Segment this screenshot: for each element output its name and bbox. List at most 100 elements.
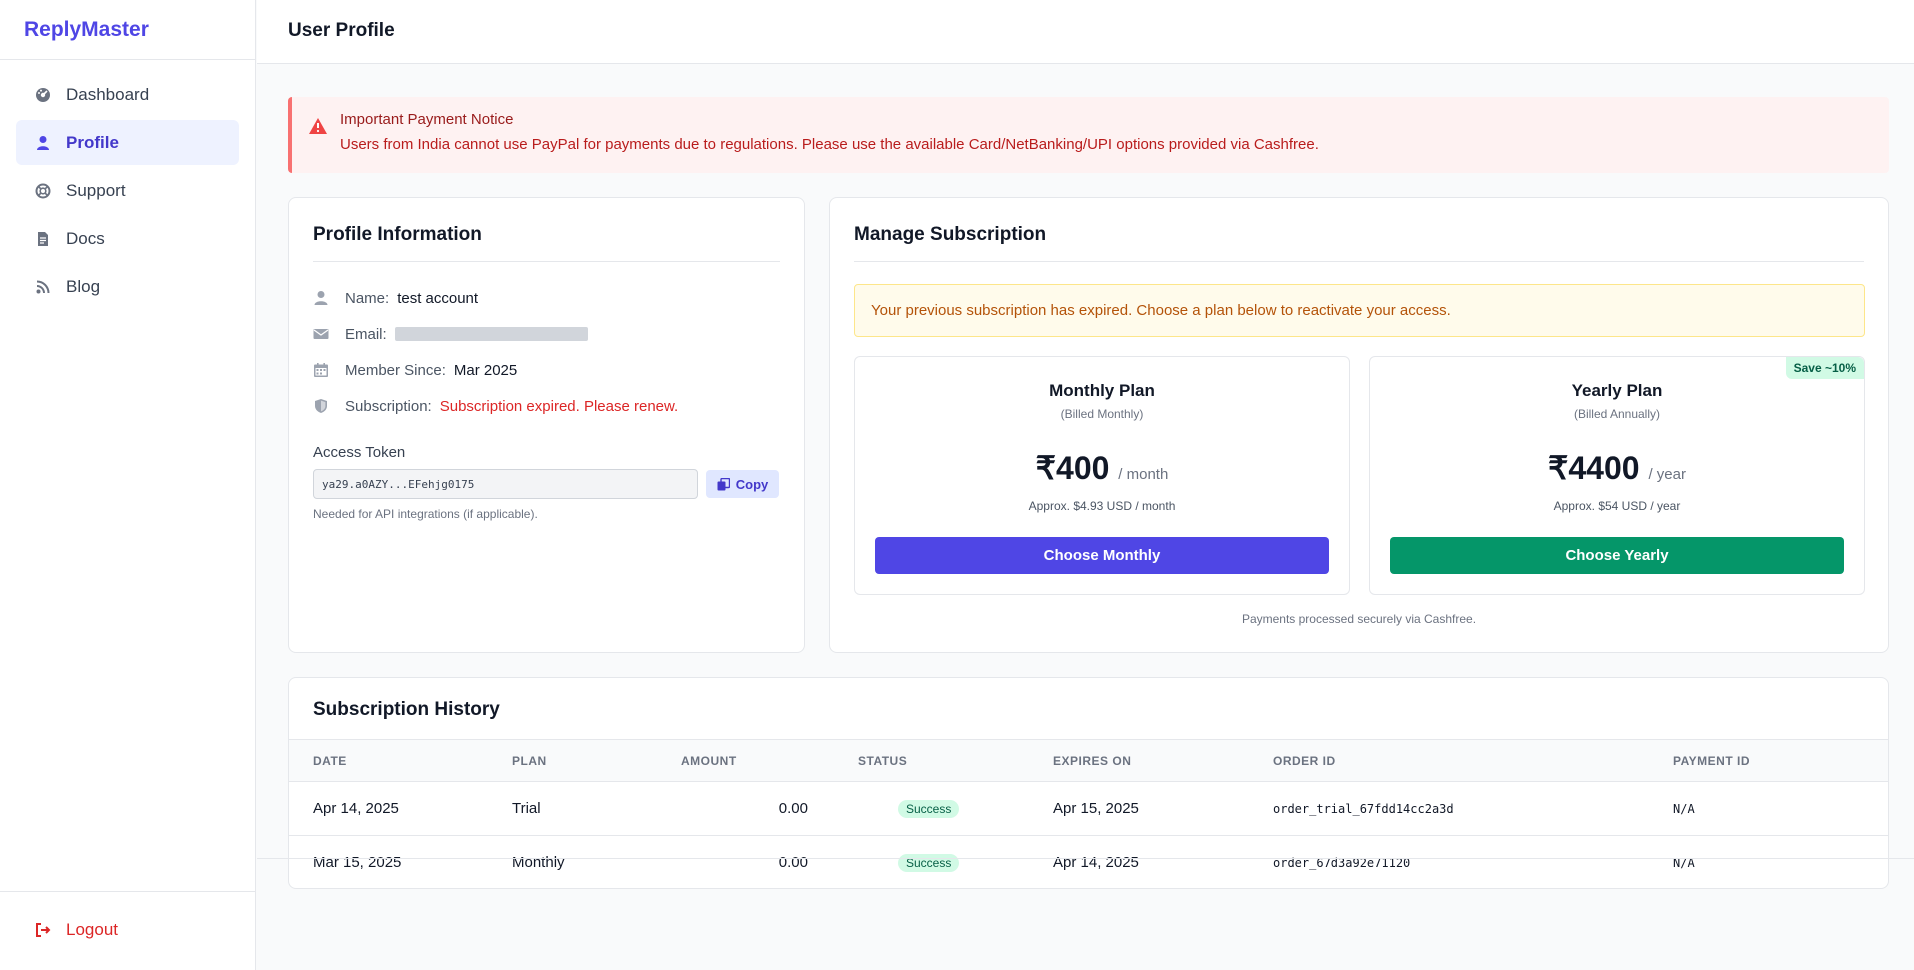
profile-subscription-row: Subscription: Subscription expired. Plea… xyxy=(313,388,780,424)
lifebuoy-icon xyxy=(34,182,52,200)
profile-card-title: Profile Information xyxy=(313,224,780,262)
subscription-status: Subscription expired. Please renew. xyxy=(439,397,679,415)
cell-order-id: order_trial_67fdd14cc2a3d xyxy=(1273,801,1454,816)
access-token-label: Access Token xyxy=(313,444,406,461)
brand-logo[interactable]: ReplyMaster xyxy=(0,0,255,60)
sidebar-item-blog[interactable]: Blog xyxy=(16,264,239,309)
secure-payment-note: Payments processed securely via Cashfree… xyxy=(1241,612,1477,626)
cell-date: Apr 14, 2025 xyxy=(313,800,399,817)
sidebar-item-label: Profile xyxy=(66,132,119,152)
subscription-card-title: Manage Subscription xyxy=(854,224,1864,262)
history-title: Subscription History xyxy=(313,699,500,720)
column-header: EXPIRES ON xyxy=(1053,753,1132,768)
main-area: User Profile Important Payment Notice Us… xyxy=(257,0,1914,922)
rss-icon xyxy=(34,278,52,296)
sidebar-item-label: Blog xyxy=(66,276,101,296)
cell-payment-id: N/A xyxy=(1673,855,1695,870)
monthly-plan-card: Monthly Plan (Billed Monthly) ₹400 / mon… xyxy=(854,356,1350,595)
save-badge: Save ~10% xyxy=(1785,357,1864,379)
cell-plan: Trial xyxy=(512,800,541,817)
shield-icon xyxy=(313,398,329,414)
sidebar-nav: Dashboard Profile Support Docs Blog xyxy=(0,60,255,324)
sidebar-item-label: Docs xyxy=(66,228,105,248)
column-header: ORDER ID xyxy=(1273,753,1336,768)
plan-approx: Approx. $54 USD / year xyxy=(1553,499,1681,513)
cell-expires: Apr 15, 2025 xyxy=(1053,800,1139,817)
plan-approx: Approx. $4.93 USD / month xyxy=(1028,499,1176,513)
cell-order-id: order_67d3a92e71120 xyxy=(1273,855,1411,870)
sidebar-item-dashboard[interactable]: Dashboard xyxy=(16,72,239,117)
page-title: User Profile xyxy=(257,0,1914,64)
access-token-row: Copy xyxy=(313,469,780,499)
profile-card: Profile Information Name: test account E… xyxy=(288,197,805,653)
column-header: PLAN xyxy=(512,753,547,768)
member-since-label: Member Since: xyxy=(345,361,446,379)
table-row: Apr 14, 2025 Trial 0.00 Success Apr 15, … xyxy=(289,782,1888,836)
sidebar-footer: Logout xyxy=(0,891,255,968)
copy-token-button[interactable]: Copy xyxy=(706,470,779,498)
name-label: Name: xyxy=(345,289,390,307)
sidebar-item-support[interactable]: Support xyxy=(16,168,239,213)
sidebar-item-docs[interactable]: Docs xyxy=(16,216,239,261)
cell-amount: 0.00 xyxy=(778,854,808,872)
profile-member-row: Member Since: Mar 2025 xyxy=(313,352,780,388)
name-value: test account xyxy=(397,289,479,307)
profile-email-row: Email: xyxy=(313,316,780,352)
table-row: Mar 15, 2025 Monthly 0.00 Success Apr 14… xyxy=(289,835,1888,890)
payment-notice-alert: Important Payment Notice Users from Indi… xyxy=(288,97,1889,173)
plan-billing: (Billed Annually) xyxy=(1573,407,1661,421)
cell-status: Success xyxy=(858,782,1053,836)
member-since-value: Mar 2025 xyxy=(453,361,518,379)
logout-label: Logout xyxy=(66,920,118,939)
alert-title: Important Payment Notice xyxy=(340,111,514,128)
email-label: Email: xyxy=(345,325,387,343)
price-amount: ₹4400 xyxy=(1548,450,1640,486)
sidebar-item-label: Support xyxy=(66,180,126,200)
email-value-redacted xyxy=(394,327,588,341)
subscription-label: Subscription: xyxy=(345,397,432,415)
expired-notice: Your previous subscription has expired. … xyxy=(854,284,1865,337)
user-icon xyxy=(313,290,329,306)
history-table: DATE PLAN AMOUNT STATUS EXPIRES ON ORDER… xyxy=(289,739,1888,890)
envelope-icon xyxy=(313,326,329,342)
user-icon xyxy=(34,134,52,152)
table-header-row: DATE PLAN AMOUNT STATUS EXPIRES ON ORDER… xyxy=(289,739,1888,782)
copy-icon xyxy=(717,477,730,490)
access-token-field[interactable] xyxy=(313,469,698,499)
column-header: PAYMENT ID xyxy=(1673,753,1751,768)
content-divider xyxy=(257,858,1914,859)
sidebar: ReplyMaster Dashboard Profile Support Do… xyxy=(0,0,256,970)
dashboard-icon xyxy=(34,86,52,104)
choose-monthly-button[interactable]: Choose Monthly xyxy=(875,537,1329,574)
price-unit: / year xyxy=(1648,466,1686,483)
yearly-plan-card: Save ~10% Yearly Plan (Billed Annually) … xyxy=(1369,356,1865,595)
cell-date: Mar 15, 2025 xyxy=(313,854,402,872)
status-badge: Success xyxy=(898,853,960,872)
calendar-icon xyxy=(313,362,329,378)
copy-label: Copy xyxy=(735,476,769,492)
plan-price: ₹400 / month xyxy=(855,449,1349,487)
token-help-text: Needed for API integrations (if applicab… xyxy=(313,507,538,521)
cell-status: Success xyxy=(858,836,1053,890)
choose-yearly-button[interactable]: Choose Yearly xyxy=(1390,537,1844,574)
alert-text: Users from India cannot use PayPal for p… xyxy=(340,136,1319,153)
column-header: DATE xyxy=(313,753,347,768)
logout-button[interactable]: Logout xyxy=(16,912,239,948)
subscription-card: Manage Subscription Your previous subscr… xyxy=(829,197,1889,653)
status-badge: Success xyxy=(898,799,960,818)
sidebar-item-profile[interactable]: Profile xyxy=(16,120,239,165)
plan-billing: (Billed Monthly) xyxy=(1060,407,1144,421)
column-header: AMOUNT xyxy=(681,753,737,768)
price-amount: ₹400 xyxy=(1035,450,1110,486)
cell-payment-id: N/A xyxy=(1673,801,1695,816)
column-header: STATUS xyxy=(858,753,908,768)
document-icon xyxy=(34,230,52,248)
price-unit: / month xyxy=(1118,466,1169,483)
cell-expires: Apr 14, 2025 xyxy=(1053,854,1139,872)
sidebar-item-label: Dashboard xyxy=(66,84,150,104)
cell-amount: 0.00 xyxy=(778,800,808,817)
plan-name: Monthly Plan xyxy=(1049,381,1155,400)
logout-icon xyxy=(34,921,52,939)
profile-name-row: Name: test account xyxy=(313,280,780,316)
cell-plan: Monthly xyxy=(512,854,565,872)
